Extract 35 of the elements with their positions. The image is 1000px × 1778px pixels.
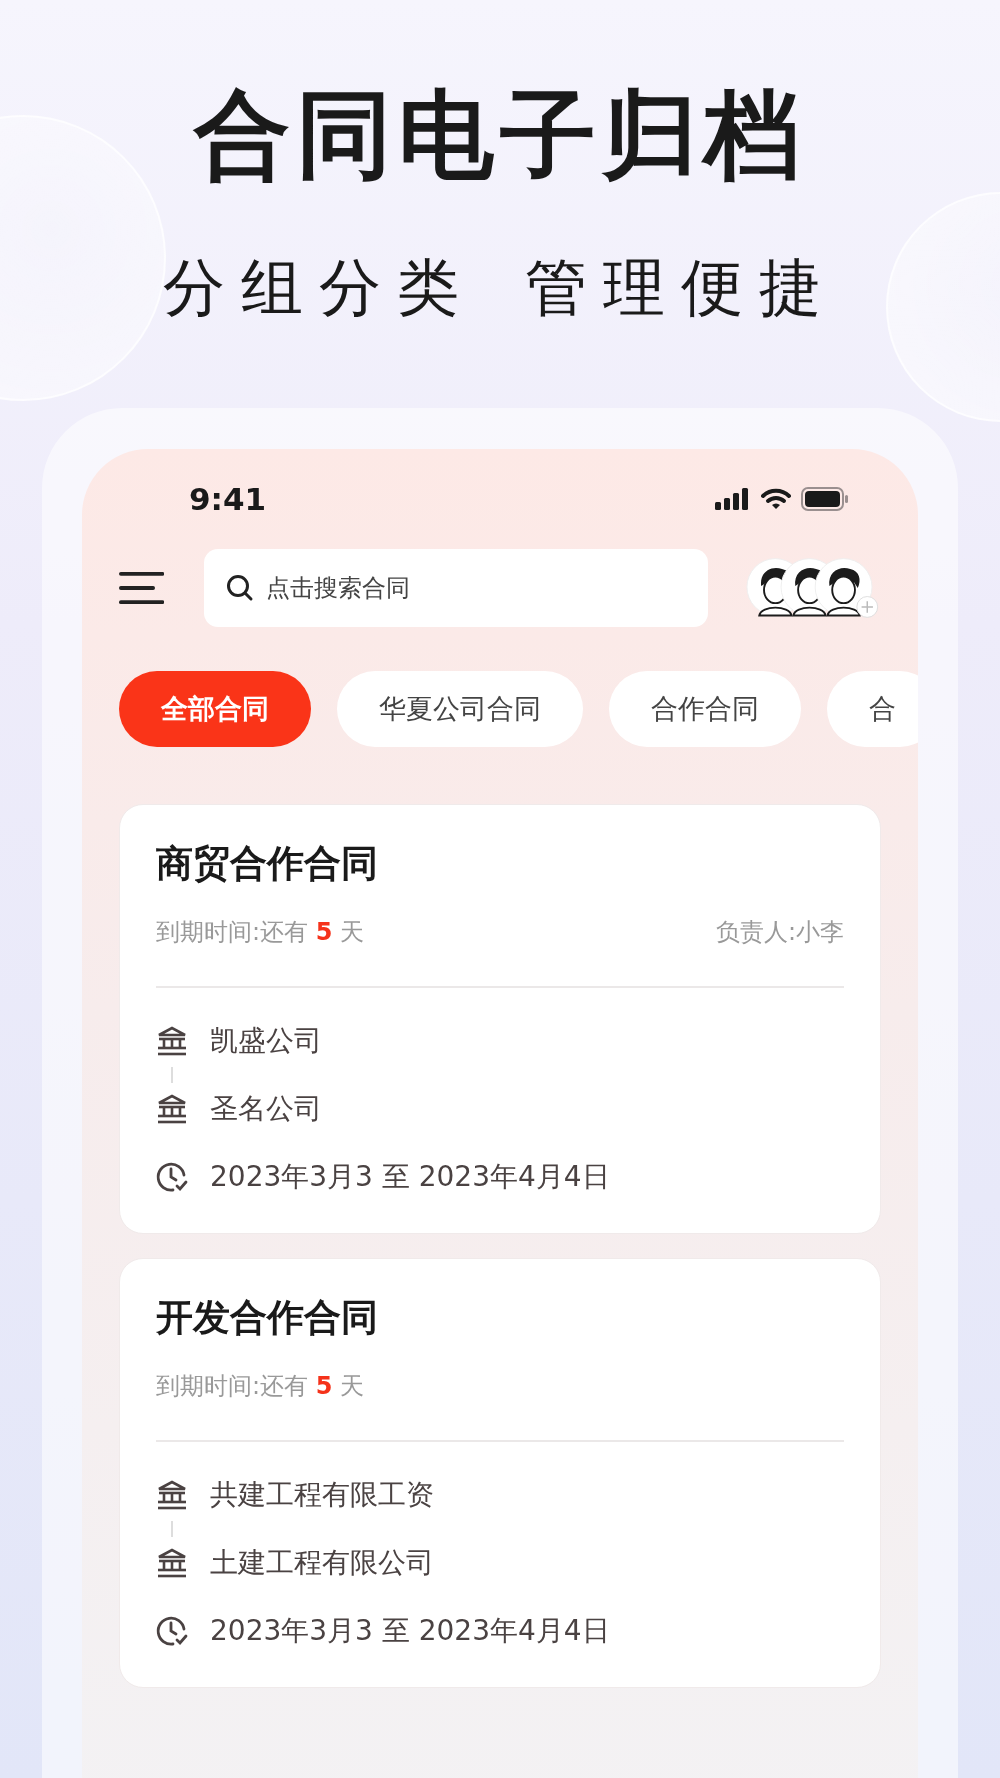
subtitle: 分组分类 (163, 250, 475, 326)
company-name: 凯盛公司 (210, 1023, 322, 1059)
bank-icon (156, 1026, 188, 1056)
due-text: 到期时间:还有 5 天 (156, 1371, 365, 1402)
bank-icon (156, 1480, 188, 1510)
subtitle: 管理便捷 (525, 250, 837, 326)
member-avatars[interactable] (746, 556, 881, 620)
contract-card[interactable]: 商贸合作合同 到期时间:还有 5 天 负责人:小李 凯盛公司 圣名公司 2023年3月3 至 2023年4月4日 (119, 804, 881, 1234)
company-name: 土建工程有限公司 (210, 1545, 434, 1581)
filter-tab[interactable]: 合作合同 (609, 671, 801, 747)
wifi-icon (761, 488, 791, 510)
headline: 合同电子归档 (192, 78, 807, 190)
contract-title: 开发合作合同 (156, 1295, 379, 1341)
owner-text: 负责人:小李 (715, 917, 844, 948)
contract-period: 2023年3月3 至 2023年4月4日 (210, 1159, 610, 1195)
bank-icon (156, 1094, 188, 1124)
search-field[interactable]: 点击搜索合同 (204, 549, 709, 627)
contract-card[interactable]: 开发合作合同 到期时间:还有 5 天 共建工程有限工资 土建工程有限公司 2023年3月3 至 2023年4月4日 (119, 1258, 881, 1688)
status-time: 9:41 (189, 481, 267, 517)
filter-tab[interactable]: 合 (827, 671, 918, 747)
clock-icon (156, 1615, 188, 1647)
menu-icon[interactable] (119, 570, 165, 606)
connector-line (171, 1067, 173, 1083)
bank-icon (156, 1548, 188, 1578)
contract-period: 2023年3月3 至 2023年4月4日 (210, 1613, 610, 1649)
filter-tab[interactable]: 华夏公司合同 (337, 671, 583, 747)
company-name: 圣名公司 (210, 1091, 322, 1127)
company-name: 共建工程有限工资 (210, 1477, 434, 1513)
contract-title: 商贸合作合同 (156, 841, 379, 887)
connector-line (171, 1521, 173, 1537)
battery-icon (801, 487, 849, 511)
clock-icon (156, 1161, 188, 1193)
due-text: 到期时间:还有 5 天 (156, 917, 365, 948)
signal-icon (715, 488, 751, 510)
filter-tab[interactable]: 全部合同 (119, 671, 311, 747)
